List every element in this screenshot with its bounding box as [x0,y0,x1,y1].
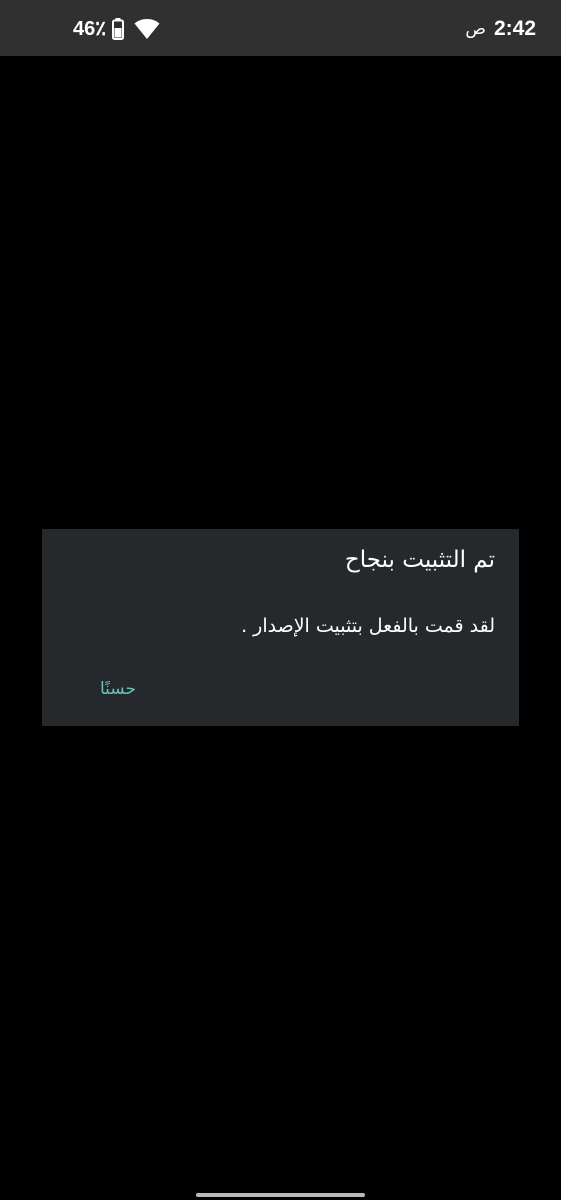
wifi-icon [134,18,160,40]
dialog-message: لقد قمت بالفعل بتثبيت الإصدار . [241,615,495,637]
clock-time: 2:42 [493,17,536,40]
dialog-title: تم التثبيت بنجاح [344,547,495,573]
screen: 46٪ ص 2:42 تم التثبيت بنجاح لقد قمت بالف… [0,0,561,1200]
battery-percent: 46٪ [73,18,106,40]
clock-suffix: ص [465,19,486,39]
status-bar: 46٪ ص 2:42 [0,0,561,56]
home-indicator[interactable] [196,1193,365,1197]
status-icons: 46٪ [73,16,160,42]
install-success-dialog: تم التثبيت بنجاح لقد قمت بالفعل بتثبيت ا… [42,529,519,726]
clock: ص 2:42 [465,14,536,44]
battery-icon [112,18,124,40]
ok-button[interactable]: حسنًا [92,675,144,703]
